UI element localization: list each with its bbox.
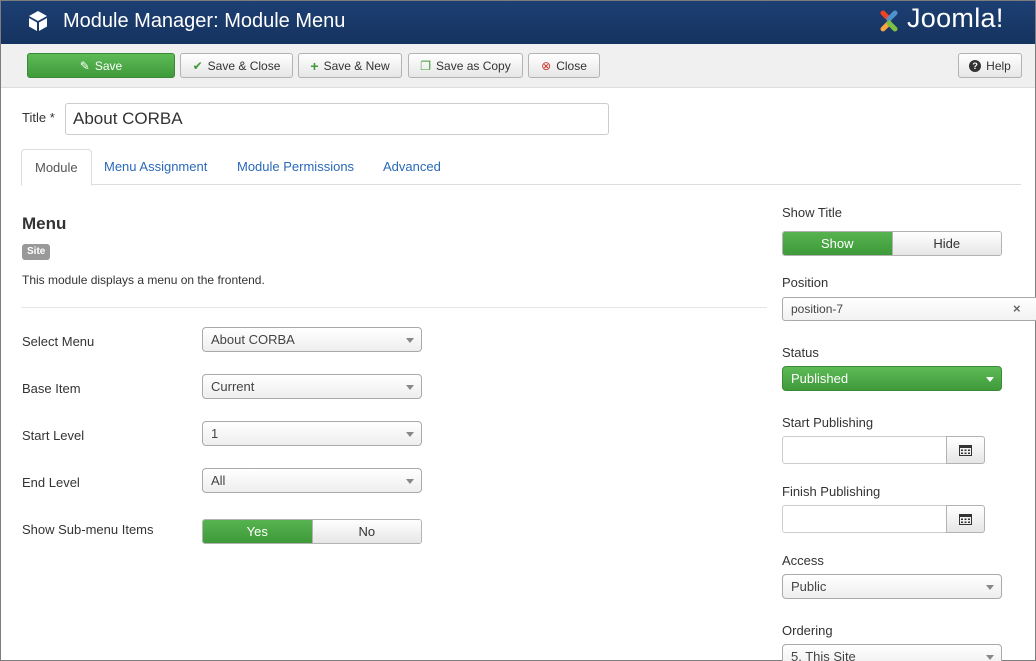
position-label: Position — [782, 275, 829, 290]
clear-icon[interactable]: × — [1013, 298, 1021, 320]
show-title-toggle: Show Hide — [782, 231, 1002, 256]
cube-icon — [29, 11, 47, 31]
title-label: Title * — [22, 110, 55, 125]
status-label: Status — [782, 345, 819, 360]
base-item-label: Base Item — [22, 381, 81, 396]
finish-publishing-input[interactable] — [782, 505, 947, 533]
tab-bar: Module Menu Assignment Module Permission… — [21, 149, 1021, 186]
tab-menu-assignment[interactable]: Menu Assignment — [91, 149, 220, 185]
save-button[interactable]: ✎ Save — [27, 53, 175, 78]
caret-down-icon — [406, 385, 414, 390]
caret-down-icon — [986, 377, 994, 382]
finish-publishing-label: Finish Publishing — [782, 484, 881, 499]
finish-publishing-calendar-button[interactable] — [946, 505, 985, 533]
submenu-no-button[interactable]: No — [311, 520, 421, 543]
toolbar: ✎ Save ✔ Save & Close + Save & New ❐ Sav… — [1, 44, 1035, 88]
submenu-yes-button[interactable]: Yes — [203, 520, 312, 543]
save-close-button[interactable]: ✔ Save & Close — [180, 53, 293, 78]
caret-down-icon — [406, 479, 414, 484]
select-menu-label: Select Menu — [22, 334, 95, 349]
app-header: Module Manager: Module Menu Joomla! — [1, 1, 1035, 44]
end-level-dropdown[interactable]: All — [202, 468, 422, 493]
close-button[interactable]: ⊗ Close — [528, 53, 600, 78]
caret-down-icon — [406, 432, 414, 437]
plus-icon: + — [310, 57, 319, 74]
caret-down-icon — [986, 585, 994, 590]
show-title-hide-button[interactable]: Hide — [891, 232, 1001, 255]
status-dropdown[interactable]: Published — [782, 366, 1002, 391]
start-level-dropdown[interactable]: 1 — [202, 421, 422, 446]
position-select[interactable]: position-7 × — [782, 297, 1036, 321]
select-menu-dropdown[interactable]: About CORBA — [202, 327, 422, 352]
question-icon: ? — [969, 59, 982, 72]
show-title-show-button[interactable]: Show — [783, 232, 892, 255]
cancel-circle-icon: ⊗ — [541, 58, 552, 73]
calendar-icon — [959, 445, 972, 456]
ordering-label: Ordering — [782, 623, 833, 638]
divider — [21, 307, 767, 308]
tab-module[interactable]: Module — [21, 149, 92, 186]
ordering-dropdown[interactable]: 5. This Site — [782, 644, 1002, 661]
caret-down-icon — [986, 655, 994, 660]
show-submenu-label: Show Sub-menu Items — [22, 522, 154, 537]
tab-advanced[interactable]: Advanced — [370, 149, 454, 185]
base-item-dropdown[interactable]: Current — [202, 374, 422, 399]
access-label: Access — [782, 553, 824, 568]
title-input[interactable]: About CORBA — [65, 103, 609, 135]
show-submenu-toggle: Yes No — [202, 519, 422, 544]
save-as-copy-button[interactable]: ❐ Save as Copy — [408, 53, 523, 78]
copy-icon: ❐ — [420, 58, 432, 73]
calendar-icon — [959, 514, 972, 525]
start-publishing-calendar-button[interactable] — [946, 436, 985, 464]
edit-icon: ✎ — [79, 58, 90, 73]
help-button[interactable]: ? Help — [958, 53, 1022, 78]
start-level-label: Start Level — [22, 428, 85, 443]
start-publishing-label: Start Publishing — [782, 415, 874, 430]
show-title-label: Show Title — [782, 205, 842, 220]
save-new-button[interactable]: + Save & New — [298, 53, 402, 78]
module-description: This module displays a menu on the front… — [22, 273, 265, 287]
joomla-logo-text: Joomla! — [907, 3, 1004, 33]
check-icon: ✔ — [192, 58, 203, 73]
caret-down-icon — [406, 338, 414, 343]
tab-module-permissions[interactable]: Module Permissions — [224, 149, 367, 185]
end-level-label: End Level — [22, 475, 80, 490]
page-title: Module Manager: Module Menu — [63, 10, 346, 32]
access-dropdown[interactable]: Public — [782, 574, 1002, 599]
site-badge: Site — [22, 244, 51, 260]
start-publishing-input[interactable] — [782, 436, 947, 464]
module-heading: Menu — [22, 214, 67, 233]
